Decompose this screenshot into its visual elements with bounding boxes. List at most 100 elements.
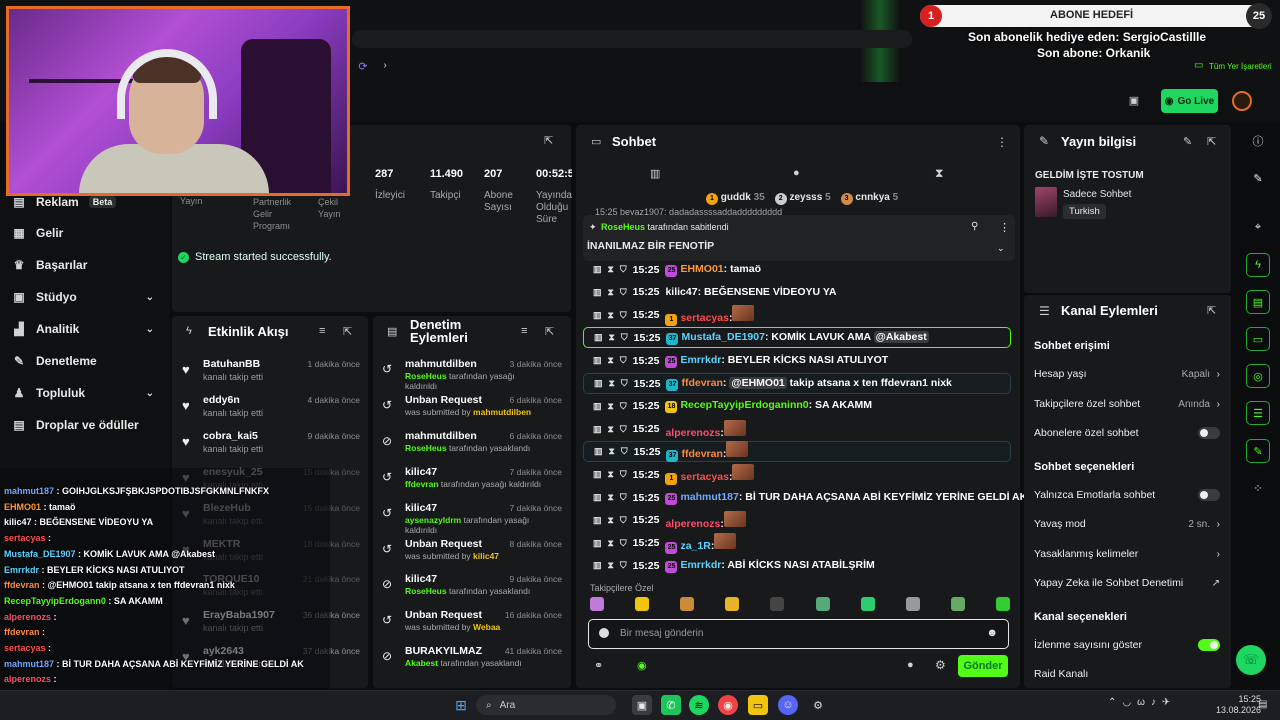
chat-message[interactable]: ▥ ⧗ ⛉ 15:25 1 sertacyas:: [583, 464, 1011, 486]
emote-icon[interactable]: [635, 597, 650, 611]
subs-only-toggle[interactable]: [1198, 427, 1220, 439]
gear-icon[interactable]: ⚙: [935, 658, 946, 672]
moderation-target[interactable]: BURAKYILMAZ: [405, 645, 482, 657]
activity-user[interactable]: BatuhanBB: [203, 358, 260, 370]
list-icon[interactable]: ☰: [1246, 401, 1270, 425]
hourglass-icon[interactable]: ⧗: [608, 538, 614, 549]
moderation-target[interactable]: kilic47: [405, 573, 437, 585]
moderation-actor[interactable]: aysenazyldrm: [405, 515, 461, 525]
shield-icon[interactable]: ⛉: [620, 538, 627, 549]
moderation-target[interactable]: Unban Request: [405, 538, 482, 550]
activity-row[interactable]: ♥ eddy6n kanalı takip etti 4 dakika önce: [176, 394, 364, 428]
delete-icon[interactable]: ▥: [594, 378, 603, 389]
followers-only-row[interactable]: Takipçilere özel sohbet Anında ›: [1034, 394, 1224, 414]
moderation-row[interactable]: ↺ kilic47 ffdevran tarafından yasağı kaldı…: [378, 466, 568, 502]
trash-icon[interactable]: ▥: [650, 167, 660, 180]
hourglass-icon[interactable]: ⧗: [609, 378, 615, 389]
forward-icon[interactable]: ›: [378, 60, 392, 71]
chat-username[interactable]: Mustafa_DE1907: [681, 331, 764, 343]
chat-message[interactable]: ▥ ⧗ ⛉ 15:25 25 za_1R:: [583, 532, 1011, 554]
delete-icon[interactable]: ▥: [593, 310, 602, 321]
sidebar-item-moderation[interactable]: ✎ Denetleme: [0, 347, 170, 375]
shield-icon[interactable]: ⛉: [621, 446, 628, 457]
activity-row[interactable]: ♥ BatuhanBB kanalı takip etti 1 dakika önce: [176, 358, 364, 392]
document-icon[interactable]: ▤: [1246, 290, 1270, 314]
hourglass-icon[interactable]: ⧗: [608, 264, 614, 275]
screen-icon[interactable]: ▣: [1127, 94, 1141, 107]
shield-icon[interactable]: ⛉: [620, 560, 627, 571]
delete-icon[interactable]: ▥: [593, 355, 602, 366]
support-icon[interactable]: ☏: [1236, 645, 1266, 675]
chat-username[interactable]: ffdevran: [681, 377, 722, 389]
chat-message[interactable]: ▥ ⧗ ⛉ 15:25 18 RecepTayyipErdoganinn0: SA AKA…: [583, 396, 1011, 417]
hourglass-icon[interactable]: ⧗: [608, 310, 614, 321]
moderation-target[interactable]: kilic47: [405, 466, 437, 478]
clock[interactable]: 15:25 13.08.2026: [1216, 694, 1261, 716]
sidebar-item-analytics[interactable]: ▟ Analitik ⌄: [0, 315, 170, 343]
moderation-actor[interactable]: mahmutdilben: [473, 407, 531, 417]
popout-icon[interactable]: ⇱: [544, 134, 553, 147]
lightning-icon[interactable]: ϟ: [1246, 253, 1270, 277]
banned-words-row[interactable]: Yasaklanmış kelimeler ›: [1034, 544, 1224, 564]
edit-icon[interactable]: ✎: [1246, 166, 1270, 190]
delete-icon[interactable]: ▥: [593, 469, 602, 480]
delete-icon[interactable]: ▥: [593, 424, 602, 435]
shield-icon[interactable]: ⛉: [620, 287, 627, 298]
emote-icon[interactable]: [680, 597, 695, 611]
chat-username[interactable]: sertacyas: [680, 312, 728, 324]
moderation-target[interactable]: Unban Request: [405, 394, 482, 406]
chat-message[interactable]: ▥ ⧗ ⛉ 15:25 25 EHMO01: tamaö: [583, 259, 1011, 280]
popout-icon[interactable]: ⇱: [1207, 304, 1216, 317]
go-live-button[interactable]: ◉ Go Live: [1161, 89, 1218, 113]
shield-icon[interactable]: ⛉: [620, 515, 627, 526]
hourglass-icon[interactable]: ⧗: [608, 355, 614, 366]
chat-bubble-icon[interactable]: ●: [907, 659, 914, 671]
address-bar[interactable]: [352, 30, 912, 48]
hourglass-icon[interactable]: ⧗: [935, 166, 943, 181]
chat-username[interactable]: Emrrkdr: [680, 559, 721, 571]
shield-icon[interactable]: ⛉: [620, 492, 627, 503]
target-icon[interactable]: ⌖: [1246, 215, 1270, 239]
sidebar-item-achievements[interactable]: ♛ Başarılar: [0, 251, 170, 279]
sidebar-item-studio[interactable]: ▣ Stüdyo ⌄: [0, 283, 170, 311]
delete-icon[interactable]: ▥: [593, 287, 602, 298]
emote-icon[interactable]: [950, 597, 965, 611]
chat-bubble-icon[interactable]: ●: [793, 167, 800, 179]
delete-icon[interactable]: ▥: [593, 538, 602, 549]
moderation-row[interactable]: ↺ mahmutdilben RoseHeus tarafından yasağı …: [378, 358, 568, 394]
moderation-actor[interactable]: ffdevran: [405, 479, 439, 489]
popout-icon[interactable]: ⇱: [343, 325, 352, 338]
task-view-icon[interactable]: ▣: [632, 695, 652, 715]
chat-mention[interactable]: @Akabest: [873, 330, 929, 343]
ai-moderation-row[interactable]: Yapay Zeka ile Sohbet Denetimi ↗: [1034, 573, 1224, 593]
activity-row[interactable]: ♥ cobra_kai5 kanalı takip etti 9 dakika önc…: [176, 430, 364, 464]
moderation-actor[interactable]: kilic47: [473, 551, 499, 561]
chat-username[interactable]: alperenozs: [665, 518, 720, 530]
account-age-row[interactable]: Hesap yaşı Kapalı ›: [1034, 364, 1224, 384]
delete-icon[interactable]: ▥: [594, 446, 603, 457]
emoji-icon[interactable]: ☻: [986, 627, 998, 639]
moderation-row[interactable]: ⊘ mahmutdilben RoseHeus tarafından yasakla…: [378, 430, 568, 466]
emote-icon[interactable]: [590, 597, 604, 611]
emote-icon[interactable]: [860, 597, 875, 611]
shield-icon[interactable]: ⛉: [620, 469, 627, 480]
chat-message[interactable]: ▥ ⧗ ⛉ 15:25 alperenozs:: [583, 419, 1011, 440]
chat-message[interactable]: ▥ ⧗ ⛉ 15:25 alperenozs:: [583, 510, 1011, 531]
chevron-down-icon[interactable]: ⌄: [997, 243, 1005, 254]
chat-username[interactable]: kilic47: [665, 286, 697, 298]
emote-icon[interactable]: [770, 597, 785, 611]
profile-avatar[interactable]: [1232, 91, 1252, 111]
notification-icon[interactable]: ▤: [1258, 699, 1267, 710]
pin-toggle-icon[interactable]: ⚲: [971, 221, 978, 232]
shield-icon[interactable]: ⛉: [620, 264, 627, 275]
chat-username[interactable]: alperenozs: [665, 427, 720, 439]
hourglass-icon[interactable]: ⧗: [608, 424, 614, 435]
chat-username[interactable]: EHMO01: [680, 263, 723, 275]
hourglass-icon[interactable]: ⧗: [608, 287, 614, 298]
chat-message[interactable]: ▥ ⧗ ⛉ 15:25 37 Mustafa_DE1907: KOMİK LAVUK AM…: [583, 327, 1011, 349]
more-icon[interactable]: ⋮: [996, 135, 1008, 149]
raid-row[interactable]: Raid Kanalı: [1034, 664, 1224, 684]
start-icon[interactable]: ⊞: [451, 695, 471, 715]
activity-user[interactable]: cobra_kai5: [203, 430, 258, 442]
hourglass-icon[interactable]: ⧗: [608, 492, 614, 503]
